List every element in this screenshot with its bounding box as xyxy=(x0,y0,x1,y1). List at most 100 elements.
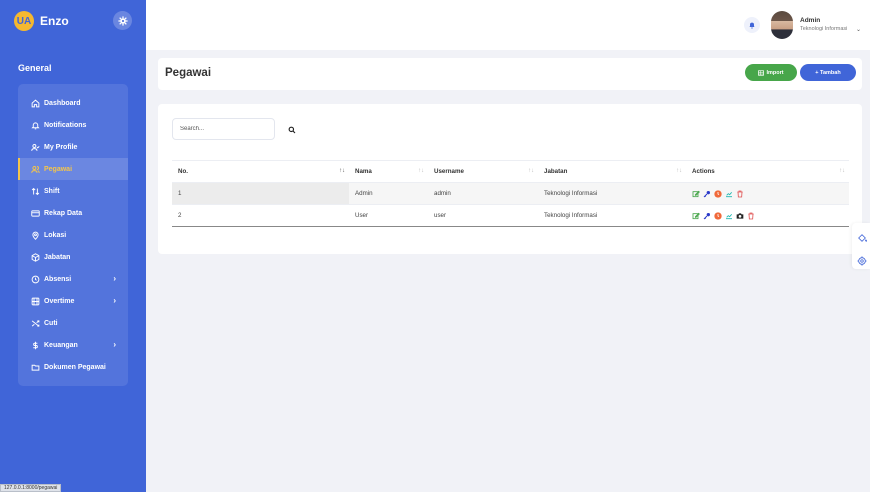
film-icon xyxy=(30,296,40,306)
cell-nama: Admin xyxy=(349,182,428,205)
chart-icon[interactable] xyxy=(725,190,733,198)
column-header-username[interactable]: Username ↑↓ xyxy=(428,160,538,183)
sidebar-item-pegawai[interactable]: Pegawai xyxy=(18,158,128,180)
sidebar-item-label: Shift xyxy=(44,187,60,195)
sidebar-item-jabatan[interactable]: Jabatan xyxy=(18,246,128,268)
cell-no: 2 xyxy=(172,204,349,227)
settings-gear-icon[interactable] xyxy=(113,11,132,30)
card-icon xyxy=(30,208,40,218)
sort-icon: ↑↓ xyxy=(528,168,534,174)
bell-icon xyxy=(30,120,40,130)
cell-actions xyxy=(686,204,849,227)
chevron-right-icon: › xyxy=(113,274,116,283)
folder-icon xyxy=(30,362,40,372)
import-button[interactable]: Import xyxy=(745,64,797,81)
import-button-label: Import xyxy=(766,69,784,76)
avatar[interactable] xyxy=(771,11,793,39)
table-card: No. ↑↓ Nama ↑↓ Username ↑↓ Jabatan ↑↓ Action… xyxy=(158,104,862,254)
sidebar-item-overtime[interactable]: Overtime › xyxy=(18,290,128,312)
sidebar-item-shift[interactable]: Shift xyxy=(18,180,128,202)
add-button[interactable]: + Tambah xyxy=(800,64,856,81)
home-icon xyxy=(30,98,40,108)
sidebar-section-title: General xyxy=(18,63,52,73)
user-role[interactable]: Teknologi Informasi xyxy=(800,26,847,32)
edit-icon[interactable] xyxy=(692,190,700,198)
cell-no: 1 xyxy=(172,182,349,205)
edit-icon[interactable] xyxy=(692,212,700,220)
column-header-actions[interactable]: Actions ↑↓ xyxy=(686,160,849,183)
settings-icon[interactable] xyxy=(857,253,867,266)
shuffle-icon xyxy=(30,318,40,328)
sidebar-item-dokumen-pegawai[interactable]: Dokumen Pegawai xyxy=(18,356,128,378)
column-header-label: Nama xyxy=(355,168,372,175)
trash-icon[interactable] xyxy=(747,212,755,220)
user-name[interactable]: Admin xyxy=(800,17,820,24)
sidebar-item-rekap-data[interactable]: Rekap Data xyxy=(18,202,128,224)
sort-icon: ↑↓ xyxy=(339,168,345,174)
column-header-no[interactable]: No. ↑↓ xyxy=(172,160,349,183)
browser-status-url: 127.0.0.1:8000/pegawai xyxy=(0,484,62,492)
sidebar-item-cuti[interactable]: Cuti xyxy=(18,312,128,334)
box-icon xyxy=(30,252,40,262)
column-header-label: Jabatan xyxy=(544,168,568,175)
sidebar-item-label: Lokasi xyxy=(44,231,67,239)
sidebar-item-lokasi[interactable]: Lokasi xyxy=(18,224,128,246)
column-header-label: Actions xyxy=(692,168,715,175)
map-pin-icon xyxy=(30,230,40,240)
sort-icon: ↑↓ xyxy=(839,168,845,174)
sidebar-item-label: Dashboard xyxy=(44,99,81,107)
customizer-tab xyxy=(852,223,870,269)
sidebar-item-notifications[interactable]: Notifications xyxy=(18,114,128,136)
table-header-row: No. ↑↓ Nama ↑↓ Username ↑↓ Jabatan ↑↓ Action… xyxy=(172,160,849,183)
cell-username: admin xyxy=(428,182,538,205)
sidebar-menu: Dashboard Notifications My Profile Pegaw… xyxy=(18,84,128,386)
search-icon[interactable] xyxy=(287,125,296,134)
table-row: 1 Admin admin Teknologi Informasi xyxy=(172,182,849,205)
cell-jabatan: Teknologi Informasi xyxy=(538,182,686,205)
key-icon[interactable] xyxy=(703,212,711,220)
chevron-right-icon: › xyxy=(113,340,116,349)
employees-table: No. ↑↓ Nama ↑↓ Username ↑↓ Jabatan ↑↓ Action… xyxy=(172,160,849,227)
key-icon[interactable] xyxy=(703,190,711,198)
topbar: Admin Teknologi Informasi ⌄ xyxy=(146,0,870,50)
table-row: 2 User user Teknologi Informasi xyxy=(172,204,849,227)
clock-icon[interactable] xyxy=(714,211,722,220)
swap-icon xyxy=(30,186,40,196)
paint-bucket-icon[interactable] xyxy=(857,230,868,242)
trash-icon[interactable] xyxy=(736,190,744,198)
sidebar-item-label: Dokumen Pegawai xyxy=(44,363,106,371)
column-header-nama[interactable]: Nama ↑↓ xyxy=(349,160,428,183)
sort-icon: ↑↓ xyxy=(418,168,424,174)
brand-name: Enzo xyxy=(40,14,69,28)
sidebar-item-label: My Profile xyxy=(44,143,78,151)
sidebar-item-absensi[interactable]: Absensi › xyxy=(18,268,128,290)
sidebar-item-label: Keuangan xyxy=(44,341,78,349)
brand[interactable]: UA Enzo xyxy=(14,11,69,31)
clock-icon[interactable] xyxy=(714,189,722,198)
column-header-jabatan[interactable]: Jabatan ↑↓ xyxy=(538,160,686,183)
sidebar-item-label: Cuti xyxy=(44,319,58,327)
camera-icon[interactable] xyxy=(736,212,744,220)
sidebar-item-label: Rekap Data xyxy=(44,209,83,217)
sidebar: UA Enzo General Dashboard Notifications … xyxy=(0,0,146,492)
sidebar-item-keuangan[interactable]: Keuangan › xyxy=(18,334,128,356)
dollar-icon xyxy=(30,340,40,350)
notification-bell-icon[interactable] xyxy=(744,17,760,33)
chevron-down-icon[interactable]: ⌄ xyxy=(856,26,861,33)
column-header-label: Username xyxy=(434,168,464,175)
brand-logo: UA xyxy=(14,11,34,31)
user-check-icon xyxy=(30,142,40,152)
users-icon xyxy=(30,164,40,174)
cell-actions xyxy=(686,182,849,205)
chevron-right-icon: › xyxy=(113,296,116,305)
sort-icon: ↑↓ xyxy=(676,168,682,174)
search-input[interactable] xyxy=(172,118,275,140)
spreadsheet-icon xyxy=(758,69,765,76)
sidebar-item-my-profile[interactable]: My Profile xyxy=(18,136,128,158)
chart-icon[interactable] xyxy=(725,212,733,220)
sidebar-item-label: Pegawai xyxy=(44,165,73,173)
sidebar-item-dashboard[interactable]: Dashboard xyxy=(18,92,128,114)
page-header: Pegawai Import + Tambah xyxy=(158,58,862,90)
sidebar-item-label: Jabatan xyxy=(44,253,71,261)
sidebar-item-label: Overtime xyxy=(44,297,75,305)
